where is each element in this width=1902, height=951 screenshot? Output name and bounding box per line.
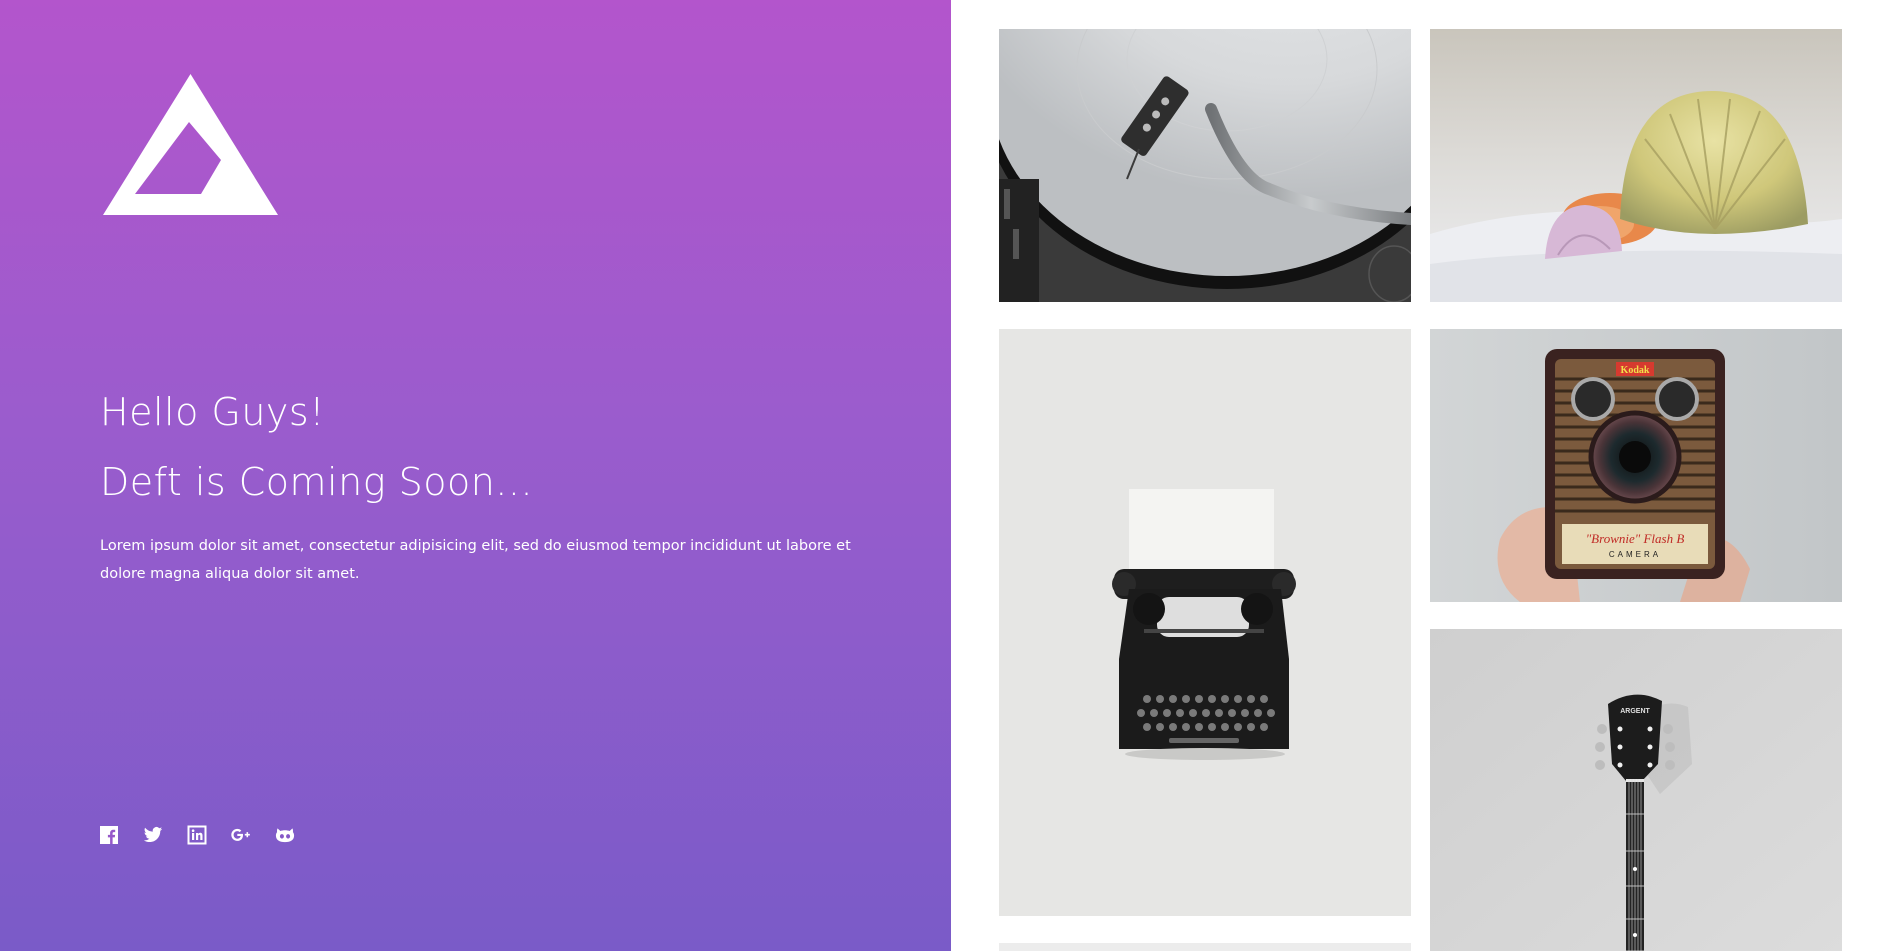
facebook-link[interactable] (99, 825, 119, 845)
gallery-tile-typewriter[interactable] (999, 329, 1411, 916)
typewriter-photo (999, 329, 1411, 916)
camera-model-text: "Brownie" Flash B (1586, 531, 1685, 546)
linkedin-link[interactable] (187, 825, 207, 845)
hero-heading-greeting: Hello Guys! (100, 390, 325, 434)
image-gallery: Kodak "Brownie" Flash B CAMERA ARGENT (951, 0, 1902, 951)
google-plus-link[interactable] (231, 825, 251, 845)
hero-panel: Hello Guys! Deft is Coming Soon... Lorem… (0, 0, 951, 951)
hero-description: Lorem ipsum dolor sit amet, consectetur … (100, 538, 851, 582)
facebook-icon (100, 826, 118, 844)
kodak-camera-photo: Kodak "Brownie" Flash B CAMERA (1430, 329, 1842, 602)
triangle-logo-icon (103, 74, 278, 215)
twitter-icon (143, 827, 163, 842)
kodak-logo-text: Kodak (1621, 365, 1650, 376)
github-icon (275, 828, 295, 843)
coming-soon-page: Hello Guys! Deft is Coming Soon... Lorem… (0, 0, 1902, 951)
linkedin-icon (187, 825, 207, 845)
guitar-headstock-photo: ARGENT (1430, 629, 1842, 951)
camera-label-text: CAMERA (1609, 550, 1661, 559)
google-plus-icon (231, 828, 250, 841)
twitter-link[interactable] (143, 825, 163, 845)
record-player-photo (999, 29, 1411, 302)
gallery-tile-kodak-camera[interactable]: Kodak "Brownie" Flash B CAMERA (1430, 329, 1842, 602)
gallery-tile-guitar[interactable]: ARGENT (1430, 629, 1842, 951)
seashells-photo (1430, 29, 1842, 302)
social-links (99, 825, 295, 845)
gallery-tile-record-player[interactable] (999, 29, 1411, 302)
gallery-tile-partial[interactable] (999, 943, 1411, 951)
gallery-tile-seashells[interactable] (1430, 29, 1842, 302)
guitar-brand-text: ARGENT (1620, 708, 1650, 715)
hero-heading-coming-soon: Deft is Coming Soon... (100, 460, 534, 504)
github-link[interactable] (275, 825, 295, 845)
